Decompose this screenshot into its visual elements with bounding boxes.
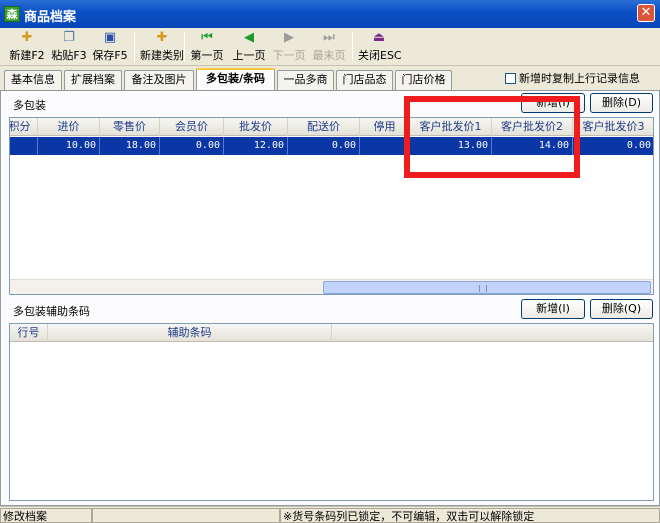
- window-title: 商品档案: [24, 10, 77, 25]
- toolbar: ✚ 新建F2 ❐ 粘贴F3 ▣ 保存F5 ✚ 新建类别 ⏮ 第一页 ◀ 上一页 ▶ 下一页 ⏭ 最末页 ⏏ 关闭E…: [0, 28, 660, 66]
- table-cell[interactable]: 10.00: [38, 137, 100, 155]
- toolbar-button-label: 上一页: [232, 49, 266, 62]
- column-header[interactable]: 零售价: [100, 118, 160, 136]
- column-header[interactable]: 批发价: [224, 118, 288, 136]
- barcode-section-title: 多包装辅助条码: [13, 305, 90, 318]
- status-middle: [92, 508, 280, 523]
- barcode-grid-header: 行号 辅助条码: [10, 324, 653, 342]
- column-header[interactable]: 积分: [10, 118, 38, 136]
- table-cell[interactable]: 12.00: [224, 137, 288, 155]
- status-message: ※货号条码列已锁定，不可编辑，双击可以解除锁定: [280, 508, 660, 523]
- save-button[interactable]: ▣ 保存F5: [91, 30, 129, 64]
- scrollbar-thumb[interactable]: [323, 281, 651, 294]
- paste-button[interactable]: ❐ 粘贴F3: [50, 30, 88, 64]
- tab-4[interactable]: 多包装/条码: [196, 68, 275, 90]
- new-icon: ✚: [21, 30, 33, 45]
- status-bar: 修改档案 ※货号条码列已锁定，不可编辑，双击可以解除锁定: [0, 506, 660, 523]
- toolbar-separator: [352, 32, 353, 62]
- new-category-button[interactable]: ✚ 新建类别: [138, 30, 186, 64]
- tab-3[interactable]: 备注及图片: [124, 70, 194, 90]
- table-cell[interactable]: 18.00: [100, 137, 160, 155]
- tab-7[interactable]: 门店价格: [395, 70, 452, 90]
- next-page-icon: ▶: [284, 30, 294, 45]
- tab-5[interactable]: 一品多商: [277, 70, 334, 90]
- barcode-grid[interactable]: 行号 辅助条码: [9, 323, 654, 501]
- prev-page-icon: ◀: [244, 30, 254, 45]
- table-cell[interactable]: 0.00: [573, 137, 653, 155]
- save-icon: ▣: [103, 30, 117, 45]
- tab-6[interactable]: 门店品态: [336, 70, 393, 90]
- toolbar-separator: [134, 32, 135, 62]
- table-cell[interactable]: [360, 137, 410, 155]
- first-page-icon: ⏮: [201, 30, 213, 45]
- toolbar-button-label: 第一页: [190, 49, 224, 62]
- column-header[interactable]: 客户批发价3: [573, 118, 653, 136]
- toolbar-button-label: 保存F5: [92, 49, 128, 62]
- close-door-button[interactable]: ⏏ 关闭ESC: [358, 30, 402, 64]
- package-delete-button[interactable]: 删除(D): [590, 93, 653, 113]
- status-mode: 修改档案: [0, 508, 92, 523]
- close-door-icon: ⏏: [372, 30, 386, 45]
- toolbar-button-label: 新建F2: [9, 49, 45, 62]
- scrollbar-grip-icon: [479, 285, 487, 292]
- copy-previous-checkbox[interactable]: 新增时复制上行记录信息: [505, 70, 640, 86]
- tab-2[interactable]: 扩展档案: [64, 70, 122, 90]
- barcode-delete-button[interactable]: 删除(Q): [590, 299, 653, 319]
- app-icon: 森: [4, 6, 20, 22]
- prev-page-button[interactable]: ◀ 上一页: [231, 30, 267, 64]
- last-page-button[interactable]: ⏭ 最末页: [311, 30, 347, 64]
- column-header[interactable]: 进价: [38, 118, 100, 136]
- package-section-title: 多包装: [13, 99, 46, 112]
- horizontal-scrollbar[interactable]: [10, 279, 653, 294]
- column-header[interactable]: 配送价: [288, 118, 360, 136]
- first-page-button[interactable]: ⏮ 第一页: [189, 30, 225, 64]
- last-page-icon: ⏭: [323, 30, 335, 45]
- table-cell[interactable]: 0.00: [160, 137, 224, 155]
- barcode-add-button[interactable]: 新增(I): [521, 299, 585, 319]
- checkbox-box[interactable]: [505, 73, 516, 84]
- toolbar-button-label: 粘贴F3: [51, 49, 87, 62]
- highlight-annotation: [404, 96, 580, 178]
- table-cell[interactable]: [10, 137, 38, 155]
- title-bar: 森 商品档案 ✕: [0, 0, 660, 28]
- window-close-button[interactable]: ✕: [637, 4, 655, 22]
- next-page-button[interactable]: ▶ 下一页: [271, 30, 307, 64]
- table-cell[interactable]: 0.00: [288, 137, 360, 155]
- column-header[interactable]: 行号: [10, 324, 48, 342]
- column-header[interactable]: 辅助条码: [48, 324, 332, 342]
- column-header[interactable]: 会员价: [160, 118, 224, 136]
- tab-1[interactable]: 基本信息: [4, 70, 62, 90]
- toolbar-button-label: 最末页: [312, 49, 346, 62]
- toolbar-button-label: 新建类别: [140, 49, 184, 62]
- new-button[interactable]: ✚ 新建F2: [8, 30, 46, 64]
- toolbar-separator: [184, 32, 185, 62]
- toolbar-button-label: 关闭ESC: [358, 49, 402, 62]
- new-category-icon: ✚: [156, 30, 168, 45]
- paste-icon: ❐: [63, 30, 75, 45]
- toolbar-button-label: 下一页: [272, 49, 306, 62]
- column-header[interactable]: 停用: [360, 118, 410, 136]
- checkbox-label: 新增时复制上行记录信息: [519, 72, 640, 85]
